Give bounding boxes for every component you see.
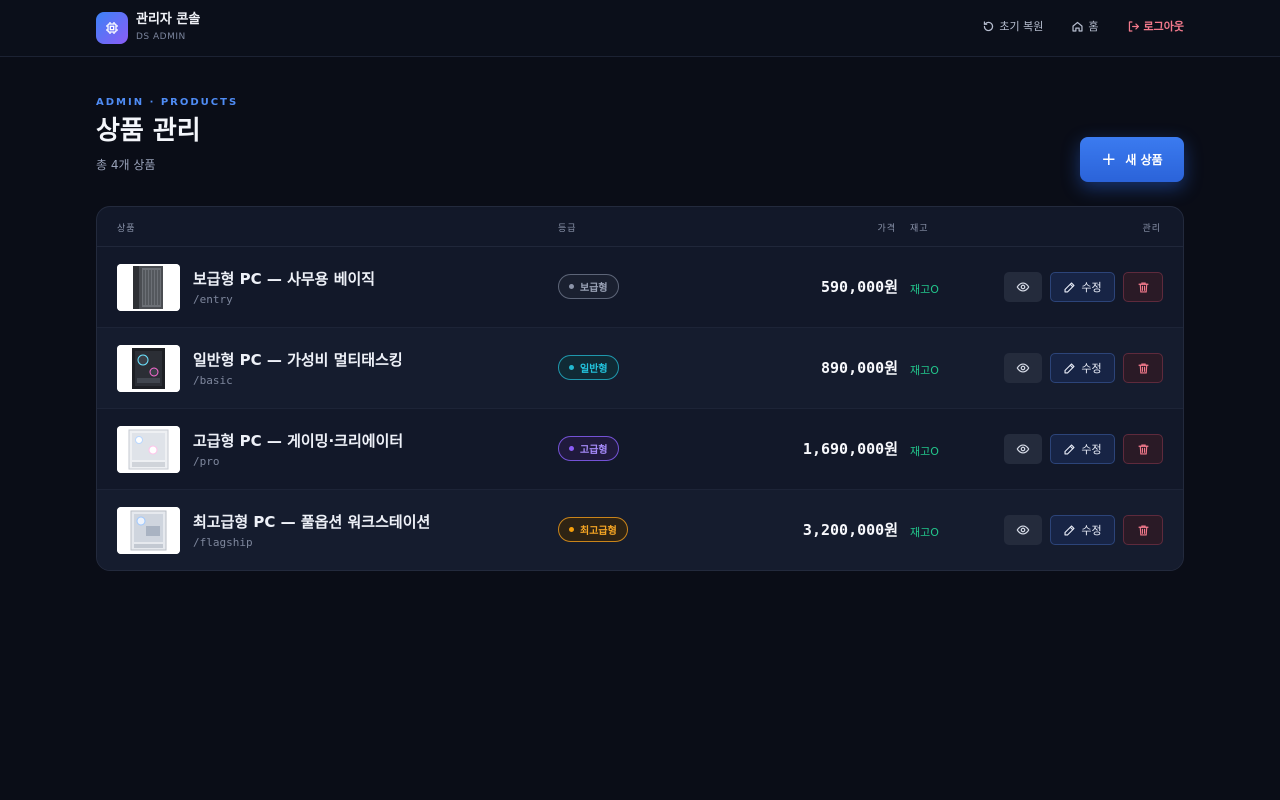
eye-icon (1016, 363, 1030, 373)
table-header: 상품 등급 가격 재고 관리 (97, 207, 1183, 247)
product-price: 3,200,000원 (802, 521, 898, 539)
logout-label: 로그아웃 (1143, 20, 1184, 33)
product-table: 상품 등급 가격 재고 관리 보급형 PC — 사무용 베이직 /entry 보… (96, 206, 1184, 571)
logout-icon (1128, 20, 1139, 32)
product-slug: /flagship (193, 536, 253, 549)
eye-icon (1016, 282, 1030, 292)
stock-status: 재고O (910, 445, 939, 458)
page-header: ADMIN · PRODUCTS 상품 관리 총 4개 상품 + 새 상품 (96, 97, 1184, 182)
grade-label: 고급형 (580, 445, 608, 456)
reset-label: 초기 복원 (999, 20, 1044, 33)
home-label: 홈 (1088, 20, 1099, 33)
table-row: 고급형 PC — 게이밍·크리에이터 /pro 고급형 1,690,000원 재… (97, 409, 1183, 490)
eye-icon (1016, 525, 1030, 535)
table-row: 보급형 PC — 사무용 베이직 /entry 보급형 590,000원 재고O… (97, 247, 1183, 328)
product-slug: /entry (193, 293, 233, 306)
logout-button[interactable]: 로그아웃 (1127, 18, 1184, 34)
top-bar: 관리자 콘솔 DS ADMIN 초기 복원 홈 로그아웃 (0, 0, 1280, 57)
cpu-chip-icon (96, 12, 128, 44)
product-thumbnail (117, 426, 180, 473)
view-button[interactable] (1004, 353, 1042, 383)
product-price: 1,690,000원 (802, 440, 898, 458)
home-button[interactable]: 홈 (1071, 18, 1099, 34)
page-title: 상품 관리 (96, 116, 201, 146)
edit-button[interactable]: 수정 (1050, 272, 1115, 302)
edit-button[interactable]: 수정 (1050, 515, 1115, 545)
column-header-stock: 재고 (910, 224, 929, 234)
pencil-icon (1064, 443, 1075, 455)
product-name[interactable]: 일반형 PC — 가성비 멀티태스킹 (193, 349, 403, 370)
reset-button[interactable]: 초기 복원 (982, 18, 1043, 34)
trash-icon (1137, 362, 1149, 374)
pencil-icon (1064, 362, 1075, 374)
grade-label: 최고급형 (580, 526, 617, 537)
delete-button[interactable] (1123, 434, 1163, 464)
breadcrumb: ADMIN · PRODUCTS (96, 97, 239, 108)
column-header-manage: 관리 (1142, 224, 1161, 234)
brand-title: 관리자 콘솔 (136, 12, 201, 27)
stock-status: 재고O (910, 283, 939, 296)
grade-label: 일반형 (580, 364, 608, 375)
product-price: 890,000원 (820, 359, 898, 377)
product-count: 총 4개 상품 (96, 158, 156, 172)
eye-icon (1016, 444, 1030, 454)
edit-button[interactable]: 수정 (1050, 434, 1115, 464)
column-header-grade: 등급 (558, 224, 577, 234)
pencil-icon (1064, 281, 1075, 293)
delete-button[interactable] (1123, 272, 1163, 302)
grade-dot-icon (569, 365, 574, 370)
product-slug: /pro (193, 455, 220, 468)
trash-icon (1137, 524, 1149, 536)
brand-subtitle: DS ADMIN (136, 32, 186, 42)
pencil-icon (1064, 524, 1075, 536)
new-product-label: 새 상품 (1125, 153, 1163, 167)
product-thumbnail (117, 345, 180, 392)
table-row: 일반형 PC — 가성비 멀티태스킹 /basic 일반형 890,000원 재… (97, 328, 1183, 409)
plus-icon: + (1101, 148, 1117, 170)
grade-badge: 보급형 (558, 274, 619, 299)
column-header-product: 상품 (117, 224, 136, 234)
product-name[interactable]: 보급형 PC — 사무용 베이직 (193, 268, 375, 289)
view-button[interactable] (1004, 434, 1042, 464)
grade-dot-icon (569, 284, 574, 289)
delete-button[interactable] (1123, 353, 1163, 383)
stock-status: 재고O (910, 364, 939, 377)
product-thumbnail (117, 264, 180, 311)
delete-button[interactable] (1123, 515, 1163, 545)
grade-badge: 일반형 (558, 355, 619, 380)
grade-dot-icon (569, 527, 574, 532)
brand[interactable]: 관리자 콘솔 DS ADMIN (96, 12, 200, 44)
top-nav: 초기 복원 홈 로그아웃 (954, 18, 1184, 34)
edit-label: 수정 (1081, 443, 1102, 456)
product-thumbnail (117, 507, 180, 554)
view-button[interactable] (1004, 515, 1042, 545)
product-slug: /basic (193, 374, 233, 387)
grade-badge: 최고급형 (558, 517, 628, 542)
edit-button[interactable]: 수정 (1050, 353, 1115, 383)
product-price: 590,000원 (820, 278, 898, 296)
edit-label: 수정 (1081, 281, 1102, 294)
grade-dot-icon (569, 446, 574, 451)
product-name[interactable]: 고급형 PC — 게이밍·크리에이터 (193, 430, 403, 451)
home-icon (1072, 21, 1083, 32)
column-header-price: 가격 (877, 224, 896, 234)
edit-label: 수정 (1081, 524, 1102, 537)
reset-icon (984, 20, 994, 31)
view-button[interactable] (1004, 272, 1042, 302)
table-row: 최고급형 PC — 풀옵션 워크스테이션 /flagship 최고급형 3,20… (97, 490, 1183, 570)
edit-label: 수정 (1081, 362, 1102, 375)
stock-status: 재고O (910, 526, 939, 539)
product-name[interactable]: 최고급형 PC — 풀옵션 워크스테이션 (193, 511, 430, 532)
trash-icon (1137, 281, 1149, 293)
grade-label: 보급형 (580, 283, 608, 294)
grade-badge: 고급형 (558, 436, 619, 461)
new-product-button[interactable]: + 새 상품 (1080, 137, 1184, 182)
trash-icon (1137, 443, 1149, 455)
